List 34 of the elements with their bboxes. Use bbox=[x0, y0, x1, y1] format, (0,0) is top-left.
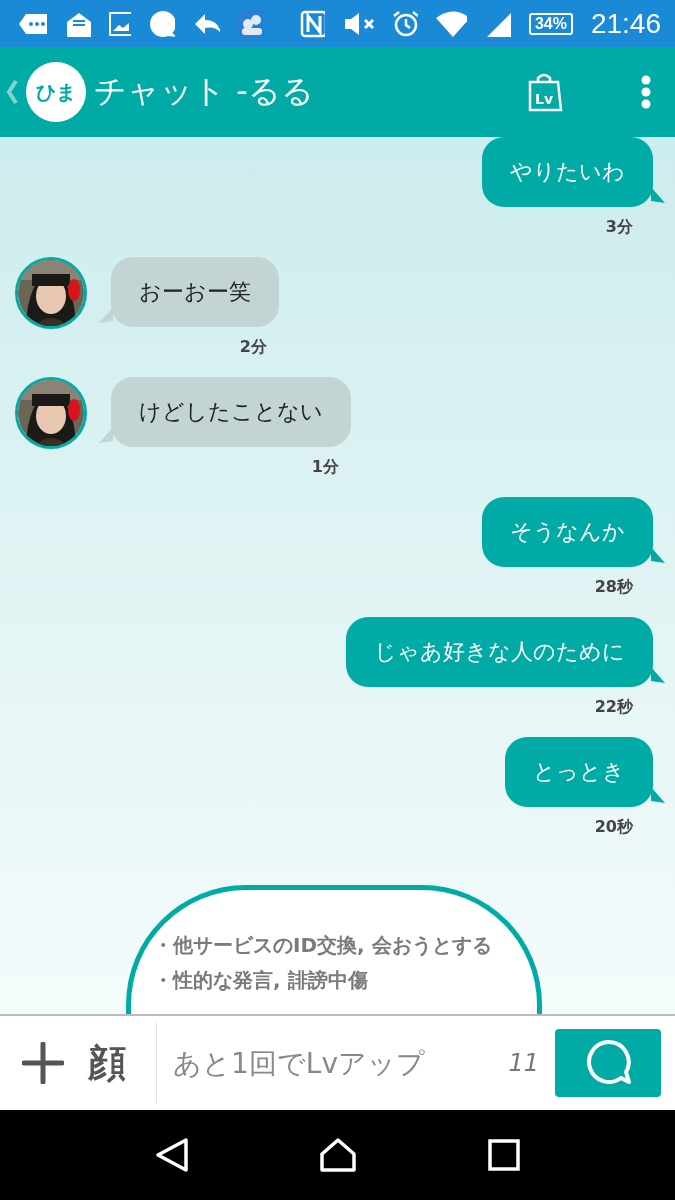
mute-icon bbox=[343, 10, 375, 37]
bubble-tail bbox=[651, 187, 665, 203]
plus-icon[interactable] bbox=[22, 1042, 64, 1084]
chat-title: チャット -るる bbox=[94, 71, 314, 112]
bubble-tail bbox=[99, 307, 113, 323]
nfc-icon bbox=[299, 9, 326, 38]
bubble-tail bbox=[651, 547, 665, 563]
character-count: 11 bbox=[508, 1049, 539, 1077]
message-time: 1分 bbox=[311, 457, 339, 478]
bubble-tail bbox=[651, 667, 665, 683]
warning-text: ・他サービスのID交換, 会おうとする bbox=[153, 932, 493, 959]
back-nav-icon[interactable] bbox=[155, 1137, 190, 1173]
image-icon bbox=[108, 11, 131, 36]
clock: 21:46 bbox=[590, 7, 661, 40]
warning-text: ・性的な発言, 誹謗中傷 bbox=[153, 967, 369, 994]
alarm-icon bbox=[392, 9, 419, 38]
recents-icon[interactable] bbox=[487, 1139, 520, 1171]
message-time: 28秒 bbox=[594, 577, 633, 598]
home-icon[interactable] bbox=[319, 1137, 358, 1173]
send-button[interactable] bbox=[555, 1029, 661, 1097]
app-logo: ひま bbox=[26, 62, 86, 122]
message-time: 20秒 bbox=[594, 817, 633, 838]
bubble-tail bbox=[651, 787, 665, 803]
menu-icon[interactable] bbox=[641, 75, 651, 109]
message-time: 22秒 bbox=[594, 697, 633, 718]
bubble-tail bbox=[99, 427, 113, 443]
chat-app-icon bbox=[148, 9, 175, 38]
people-app-icon bbox=[238, 9, 264, 38]
message-time: 2分 bbox=[239, 337, 267, 358]
wifi-icon bbox=[436, 10, 468, 37]
more-notification-icon bbox=[18, 11, 48, 36]
emoji-button[interactable]: 顔 bbox=[88, 1037, 126, 1089]
battery-indicator: 34% bbox=[528, 12, 573, 35]
message-time: 3分 bbox=[605, 217, 633, 238]
